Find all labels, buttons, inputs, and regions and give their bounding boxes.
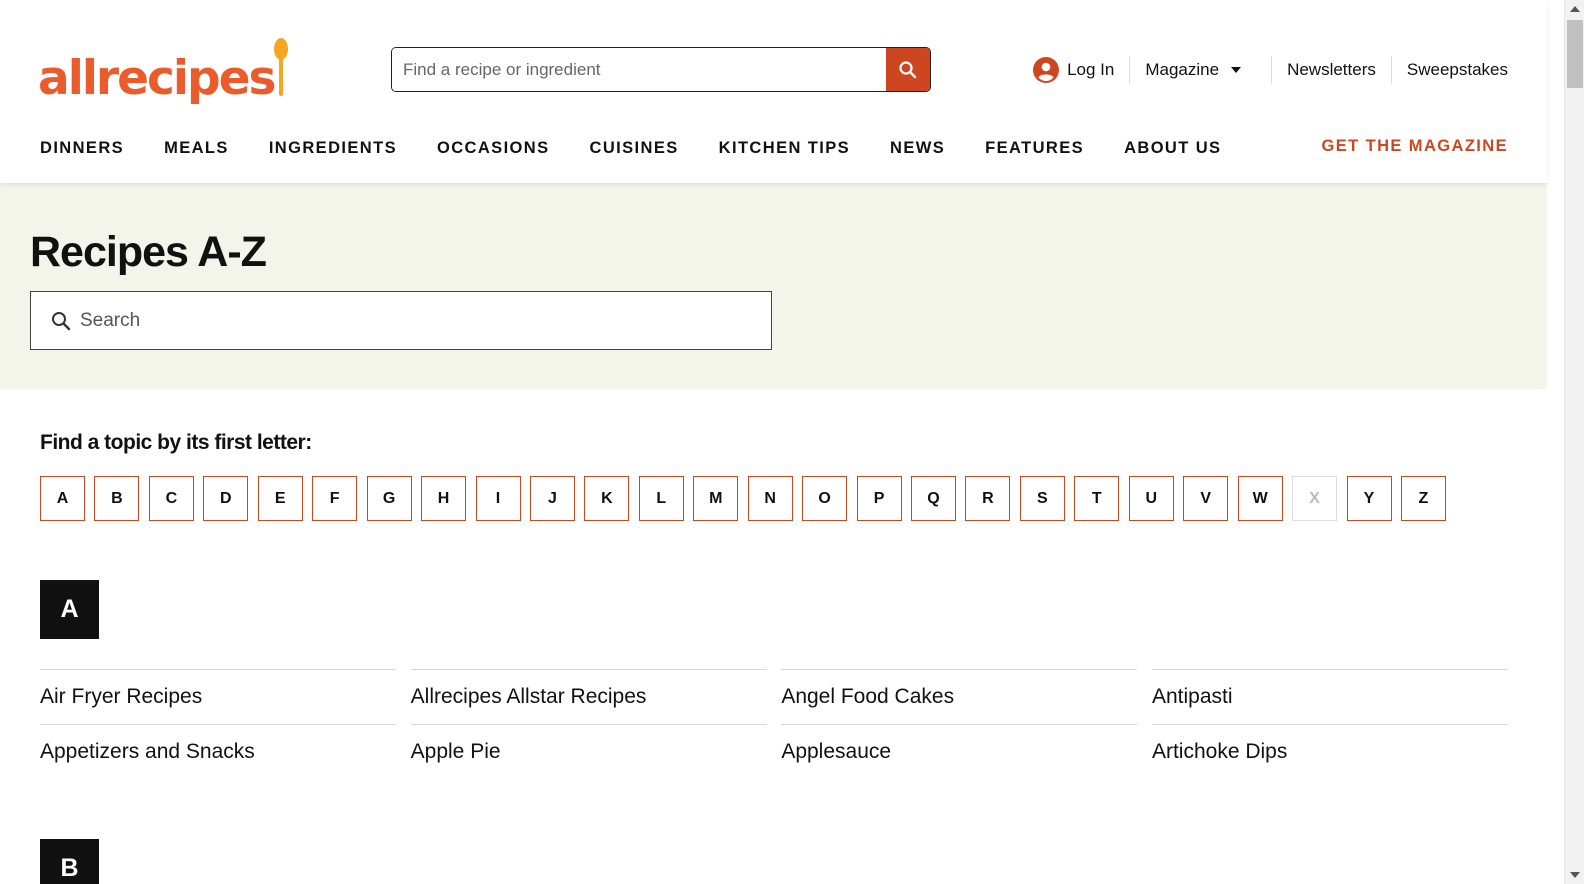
letter-button-r[interactable]: R xyxy=(965,476,1011,521)
divider xyxy=(1129,56,1131,84)
page-title: Recipes A-Z xyxy=(30,228,267,276)
nav-meals[interactable]: MEALS xyxy=(164,139,229,158)
search-icon xyxy=(899,60,917,78)
login-label: Log In xyxy=(1067,60,1115,79)
letter-button-z[interactable]: Z xyxy=(1400,476,1446,521)
nav-about-us[interactable]: ABOUT US xyxy=(1124,139,1221,158)
topic-link[interactable]: Angel Food Cakes xyxy=(781,669,1138,724)
topic-link[interactable]: Allrecipes Allstar Recipes xyxy=(410,669,767,724)
nav-dinners[interactable]: DINNERS xyxy=(40,139,124,158)
scroll-down-arrow-icon[interactable] xyxy=(1570,872,1580,878)
section-letter-badge: A xyxy=(40,580,99,639)
letter-picker-heading: Find a topic by its first letter: xyxy=(40,431,312,454)
topic-link[interactable]: Air Fryer Recipes xyxy=(40,669,396,724)
sweepstakes-label: Sweepstakes xyxy=(1406,60,1508,79)
letter-button-g[interactable]: G xyxy=(366,476,412,521)
logo-text: allrecipes xyxy=(38,51,276,106)
letter-button-n[interactable]: N xyxy=(747,476,793,521)
recipes-search xyxy=(30,291,772,350)
sweepstakes-link[interactable]: Sweepstakes xyxy=(1407,60,1508,80)
page-scrollbar[interactable] xyxy=(1564,0,1584,884)
letter-button-m[interactable]: M xyxy=(693,476,739,521)
nav-news[interactable]: NEWS xyxy=(890,139,945,158)
letter-button-d[interactable]: D xyxy=(203,476,249,521)
topic-list: Air Fryer Recipes Allrecipes Allstar Rec… xyxy=(40,669,1508,779)
nav-kitchen-tips[interactable]: KITCHEN TIPS xyxy=(719,139,850,158)
letter-button-i[interactable]: I xyxy=(475,476,521,521)
letter-button-u[interactable]: U xyxy=(1128,476,1174,521)
topic-link[interactable]: Apple Pie xyxy=(410,724,767,779)
letter-button-b[interactable]: B xyxy=(94,476,140,521)
magazine-dropdown[interactable]: Magazine xyxy=(1145,60,1256,80)
main-nav: DINNERS MEALS INGREDIENTS OCCASIONS CUIS… xyxy=(40,137,1261,159)
letter-button-e[interactable]: E xyxy=(257,476,303,521)
letter-picker: ABCDEFGHIJKLMNOPQRSTUVWXYZ xyxy=(40,476,1455,521)
get-the-magazine-link[interactable]: GET THE MAGAZINE xyxy=(1322,137,1508,156)
nav-occasions[interactable]: OCCASIONS xyxy=(437,139,550,158)
letter-button-p[interactable]: P xyxy=(856,476,902,521)
scroll-up-arrow-icon[interactable] xyxy=(1570,6,1580,12)
divider xyxy=(1390,56,1392,84)
letter-button-j[interactable]: J xyxy=(529,476,575,521)
section-letter-badge: B xyxy=(40,839,99,884)
user-account-icon xyxy=(1033,57,1060,83)
letter-button-c[interactable]: C xyxy=(148,476,194,521)
header-search-button[interactable] xyxy=(886,48,930,91)
utility-nav: Log In Magazine Newsletters Sweepstakes xyxy=(1033,55,1508,85)
letter-button-y[interactable]: Y xyxy=(1346,476,1392,521)
letter-button-a[interactable]: A xyxy=(40,476,85,521)
newsletters-label: Newsletters xyxy=(1287,60,1376,79)
letter-button-v[interactable]: V xyxy=(1183,476,1229,521)
scrollbar-thumb[interactable] xyxy=(1567,20,1583,88)
letter-button-f[interactable]: F xyxy=(312,476,358,521)
topic-link[interactable]: Antipasti xyxy=(1151,669,1508,724)
nav-cuisines[interactable]: CUISINES xyxy=(590,139,679,158)
header-search xyxy=(391,47,931,92)
letter-button-l[interactable]: L xyxy=(638,476,684,521)
letter-button-w[interactable]: W xyxy=(1237,476,1283,521)
nav-ingredients[interactable]: INGREDIENTS xyxy=(269,139,397,158)
allrecipes-logo[interactable]: allrecipes xyxy=(38,36,289,106)
hero-banner: Recipes A-Z xyxy=(0,183,1547,389)
divider xyxy=(1271,56,1273,84)
letter-button-x: X xyxy=(1292,476,1338,521)
nav-features[interactable]: FEATURES xyxy=(985,139,1084,158)
header-search-input[interactable] xyxy=(392,48,886,91)
login-link[interactable]: Log In xyxy=(1033,57,1114,83)
letter-button-q[interactable]: Q xyxy=(911,476,956,521)
site-header: allrecipes Log In Magazine xyxy=(0,0,1547,183)
topic-link[interactable]: Artichoke Dips xyxy=(1151,724,1508,779)
topic-link[interactable]: Appetizers and Snacks xyxy=(40,724,396,779)
magazine-label: Magazine xyxy=(1145,60,1220,79)
letter-button-t[interactable]: T xyxy=(1074,476,1120,521)
recipes-search-input[interactable] xyxy=(80,309,771,332)
letter-button-s[interactable]: S xyxy=(1019,476,1065,521)
letter-button-o[interactable]: O xyxy=(802,476,848,521)
chevron-down-icon xyxy=(1231,67,1242,73)
letter-button-k[interactable]: K xyxy=(584,476,630,521)
letter-button-h[interactable]: H xyxy=(421,476,467,521)
topic-link[interactable]: Applesauce xyxy=(781,724,1138,779)
spoon-icon xyxy=(274,38,289,96)
search-icon xyxy=(52,311,71,330)
newsletters-link[interactable]: Newsletters xyxy=(1287,60,1376,80)
